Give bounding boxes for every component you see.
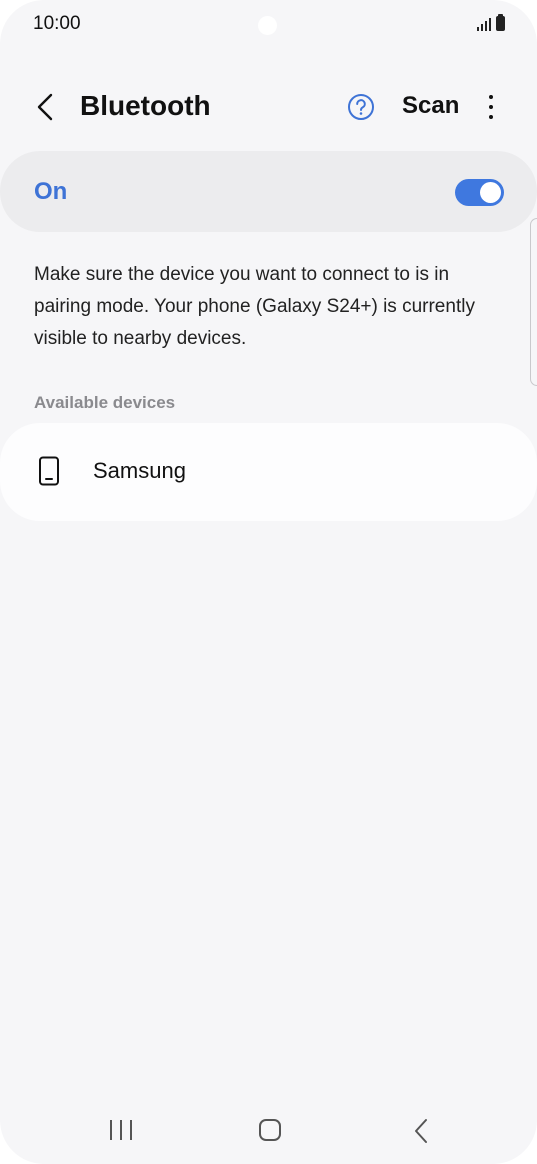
navigation-bar [0,1100,537,1164]
camera-cutout [258,16,277,35]
status-bar: 10:00 [0,0,537,50]
available-devices-header: Available devices [34,393,176,412]
phone-screen: 10:00 Bluetooth Scan On Make sure the de… [0,0,537,1164]
status-time: 10:00 [33,13,81,34]
back-icon[interactable] [413,1118,429,1149]
switch-knob [480,182,501,203]
scroll-indicator [530,218,537,386]
pairing-description: Make sure the device you want to connect… [34,264,475,349]
scan-button[interactable]: Scan [402,92,459,120]
help-button[interactable] [347,93,375,121]
bluetooth-toggle-row[interactable]: On [0,151,537,232]
more-options-button[interactable] [480,92,502,122]
bluetooth-toggle-label: On [34,178,68,205]
recent-apps-icon[interactable] [110,1120,132,1140]
help-circle-icon [348,94,374,120]
back-button[interactable] [28,88,62,126]
app-header: Bluetooth Scan [0,78,537,136]
more-vertical-icon [489,95,493,99]
device-name: Samsung [93,458,186,483]
smartphone-icon [39,456,59,486]
page-title: Bluetooth [80,90,211,121]
list-item[interactable]: Samsung [0,423,537,521]
bluetooth-switch[interactable] [455,179,504,206]
signal-icon [477,17,491,31]
battery-icon [496,14,505,31]
chevron-left-icon [37,93,53,121]
home-icon[interactable] [259,1119,281,1141]
status-icons [477,14,505,31]
